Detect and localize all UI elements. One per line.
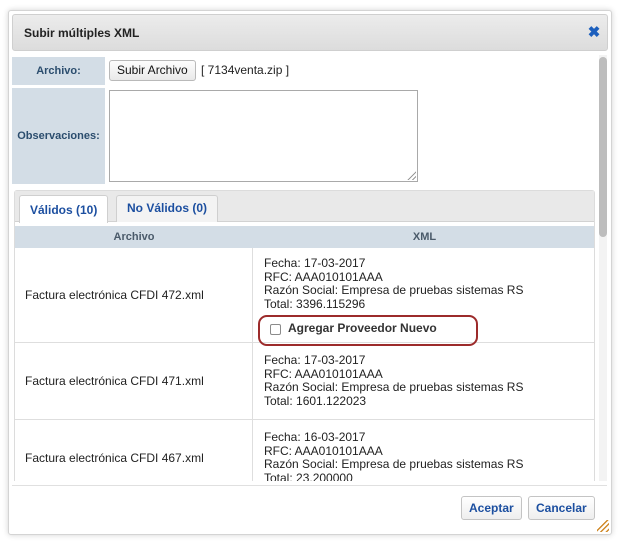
column-header-xml[interactable]: XML bbox=[253, 226, 596, 248]
table-row: Factura electrónica CFDI 471.xml Fecha: … bbox=[15, 343, 594, 420]
archivo-name: Factura electrónica CFDI 467.xml bbox=[25, 451, 204, 465]
archivo-label: Archivo: bbox=[12, 57, 105, 85]
observaciones-row: Observaciones: bbox=[12, 88, 597, 184]
dialog-content: Archivo: Subir Archivo [ 7134venta.zip ]… bbox=[12, 55, 597, 481]
tab-strip: Válidos (10) No Válidos (0) bbox=[15, 191, 594, 223]
xml-rfc: RFC: AAA010101AAA bbox=[264, 269, 383, 284]
agregar-proveedor-highlight: Agregar Proveedor Nuevo bbox=[258, 315, 478, 346]
xml-cell: Fecha: 17-03-2017 RFC: AAA010101AAA Razó… bbox=[264, 256, 524, 311]
xml-razon-social: Razón Social: Empresa de pruebas sistema… bbox=[264, 283, 524, 297]
xml-razon-social: Razón Social: Empresa de pruebas sistema… bbox=[264, 380, 524, 394]
dialog-resize-icon[interactable] bbox=[597, 520, 609, 532]
archivo-row: Archivo: Subir Archivo [ 7134venta.zip ] bbox=[12, 57, 597, 85]
table-row: Factura electrónica CFDI 472.xml Fecha: … bbox=[15, 248, 594, 346]
upload-xml-dialog: Subir múltiples XML ✖ Archivo: Subir Arc… bbox=[8, 10, 612, 535]
archivo-cell: Factura electrónica CFDI 467.xml bbox=[15, 420, 253, 481]
xml-fecha: Fecha: 17-03-2017 bbox=[264, 256, 366, 270]
xml-total: Total: 1601.122023 bbox=[264, 393, 367, 408]
xml-rfc: RFC: AAA010101AAA bbox=[264, 366, 383, 381]
xml-razon-social: Razón Social: Empresa de pruebas sistema… bbox=[264, 457, 524, 471]
xml-total: Total: 3396.115296 bbox=[264, 296, 366, 311]
xml-fecha: Fecha: 16-03-2017 bbox=[264, 430, 366, 444]
xml-cell: Fecha: 17-03-2017 RFC: AAA010101AAA Razó… bbox=[264, 353, 524, 408]
observaciones-label: Observaciones: bbox=[12, 88, 105, 184]
accept-button[interactable]: Aceptar bbox=[461, 496, 522, 520]
xml-cell: Fecha: 16-03-2017 RFC: AAA010101AAA Razó… bbox=[264, 430, 524, 481]
grid-header: Archivo XML bbox=[15, 226, 594, 248]
table-row: Factura electrónica CFDI 467.xml Fecha: … bbox=[15, 420, 594, 481]
uploaded-file-name: [ 7134venta.zip ] bbox=[201, 63, 290, 77]
observaciones-textarea[interactable] bbox=[109, 90, 418, 182]
close-icon[interactable]: ✖ bbox=[586, 25, 602, 41]
archivo-name: Factura electrónica CFDI 471.xml bbox=[25, 374, 204, 388]
tab-validos[interactable]: Válidos (10) bbox=[19, 195, 109, 223]
cancel-button[interactable]: Cancelar bbox=[528, 496, 595, 520]
dialog-titlebar[interactable]: Subir múltiples XML ✖ bbox=[12, 14, 608, 51]
agregar-proveedor-checkbox[interactable] bbox=[270, 324, 281, 335]
tab-no-validos[interactable]: No Válidos (0) bbox=[116, 195, 219, 222]
results-tabs-panel: Válidos (10) No Válidos (0) Archivo XML … bbox=[14, 190, 595, 481]
dialog-footer: Aceptar Cancelar bbox=[12, 485, 607, 533]
archivo-cell: Factura electrónica CFDI 472.xml bbox=[15, 248, 253, 342]
content-scrollbar[interactable] bbox=[599, 55, 607, 481]
column-header-archivo[interactable]: Archivo bbox=[15, 226, 253, 248]
upload-file-button[interactable]: Subir Archivo bbox=[109, 60, 196, 81]
archivo-name: Factura electrónica CFDI 472.xml bbox=[25, 288, 204, 302]
xml-rfc: RFC: AAA010101AAA bbox=[264, 443, 383, 458]
xml-fecha: Fecha: 17-03-2017 bbox=[264, 353, 366, 367]
agregar-proveedor-label[interactable]: Agregar Proveedor Nuevo bbox=[288, 321, 437, 335]
dialog-title: Subir múltiples XML bbox=[24, 26, 140, 40]
scrollbar-thumb[interactable] bbox=[599, 57, 607, 237]
archivo-cell: Factura electrónica CFDI 471.xml bbox=[15, 343, 253, 419]
xml-total: Total: 23.200000 bbox=[264, 470, 353, 481]
